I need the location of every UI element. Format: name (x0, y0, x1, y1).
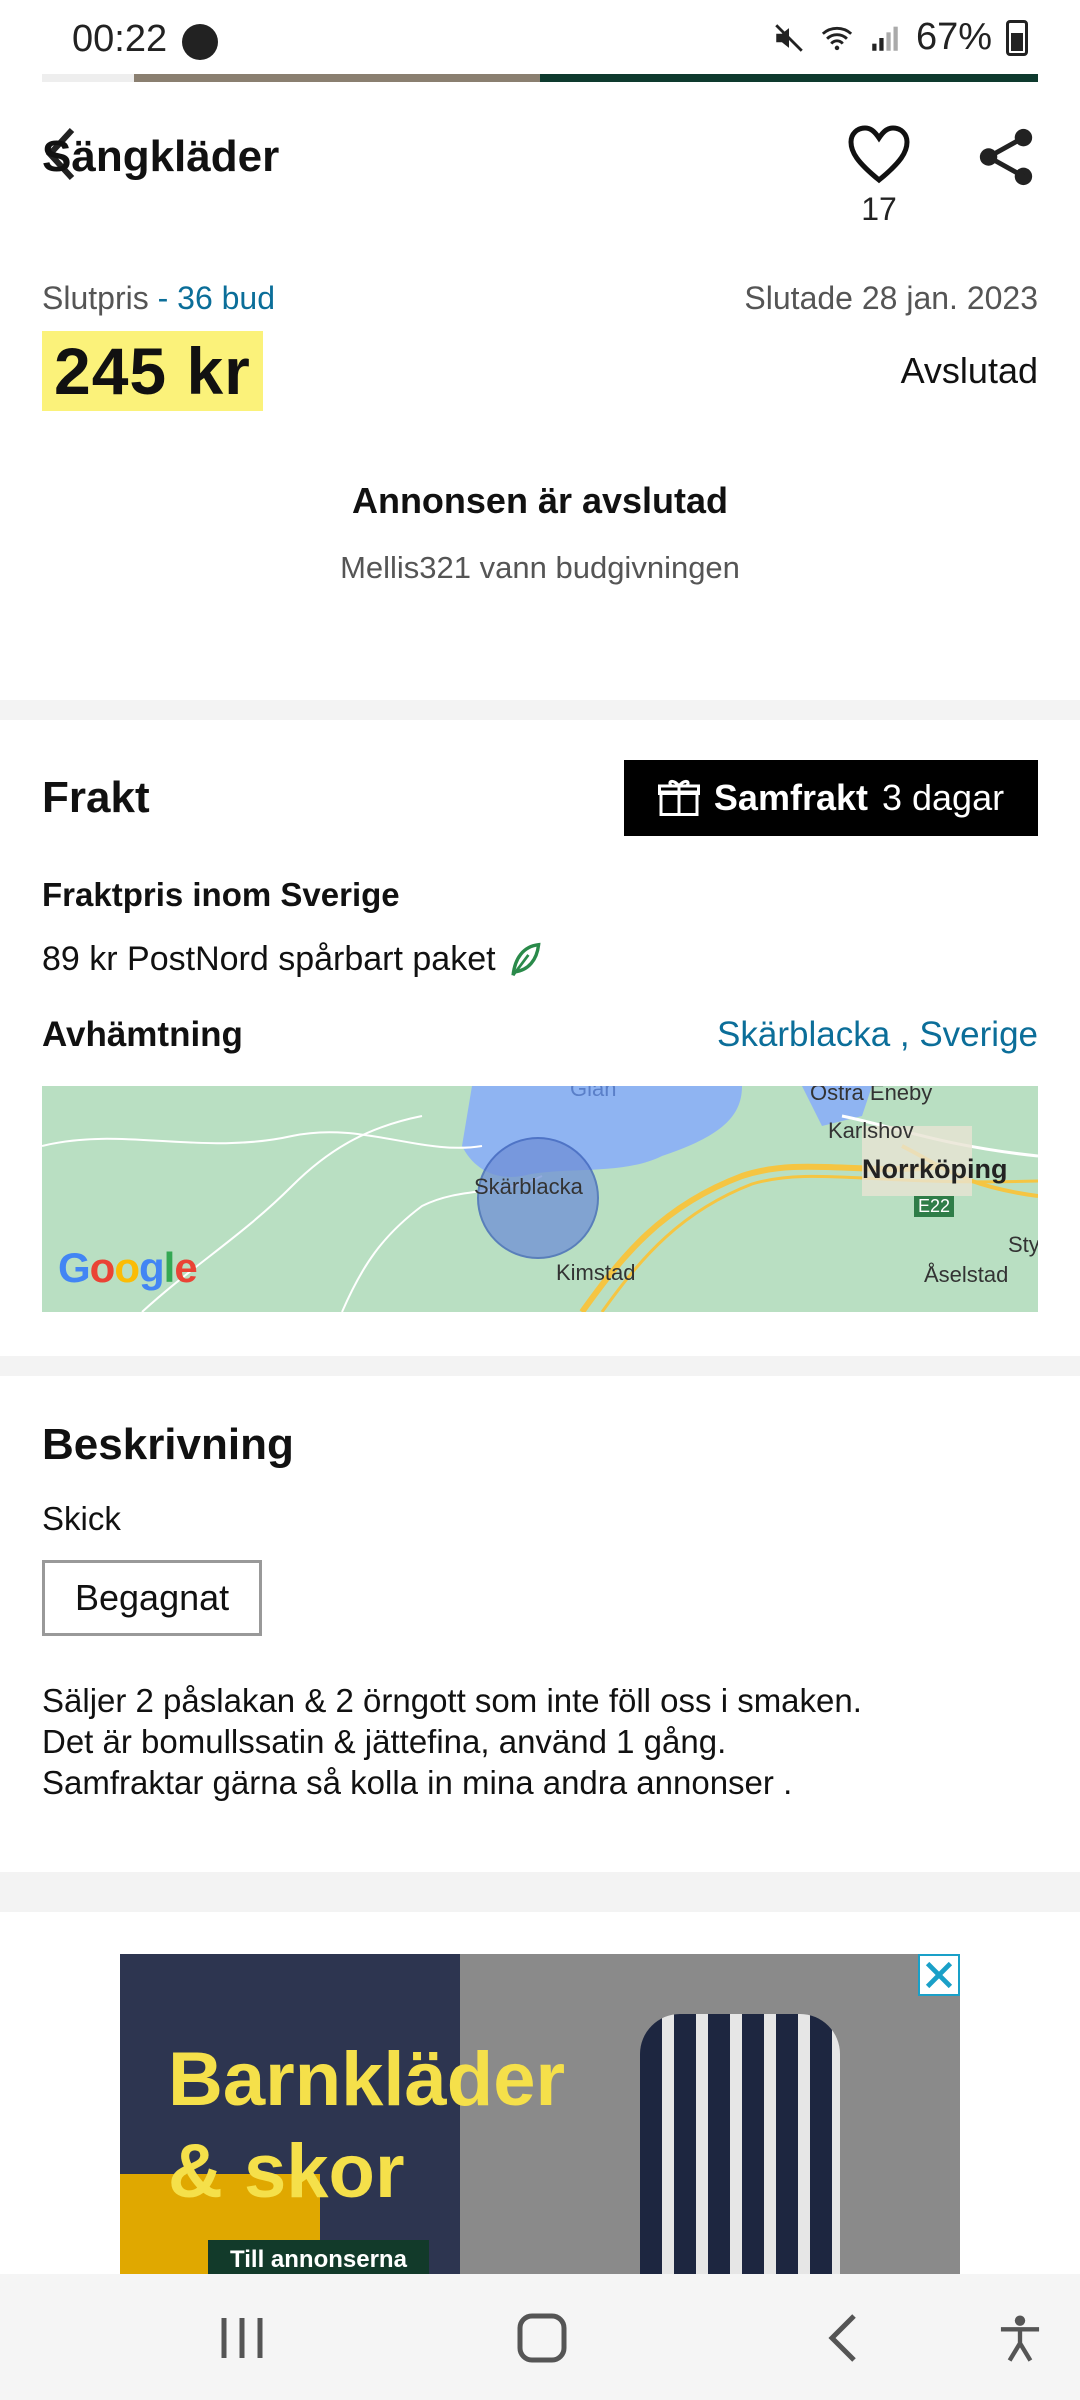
ad-headline: Barnkläder & skor (168, 2037, 566, 2214)
signal-icon (872, 26, 898, 51)
price-section: Slutpris - 36 bud Slutade 28 jan. 2023 2… (42, 280, 1038, 411)
section-divider (0, 700, 1080, 720)
listing-title: Sängkläder (42, 132, 280, 181)
map-label-kimstad: Kimstad (556, 1260, 636, 1285)
listing-status: Avslutad (900, 350, 1038, 391)
recent-apps-icon[interactable] (212, 2312, 272, 2364)
map-label-skarblacka: Skärblacka (474, 1174, 583, 1199)
final-price-label: Slutpris - 36 bud (42, 280, 276, 316)
status-time: 00:22 (72, 18, 168, 60)
bids-link[interactable]: - 36 bud (158, 280, 275, 316)
location-map[interactable]: Skärblacka Kimstad Norrköping Karlshov Ö… (42, 1086, 1038, 1312)
package-icon (657, 780, 700, 816)
section-divider (0, 1356, 1080, 1376)
shipping-title: Frakt (42, 773, 150, 822)
battery-percent: 67% (915, 16, 992, 58)
pickup-location-link[interactable]: Skärblacka , Sverige (717, 1015, 1038, 1055)
description-section: Beskrivning Skick Begagnat Säljer 2 påsl… (42, 1420, 1038, 1803)
home-icon[interactable] (512, 2312, 572, 2364)
ended-title: Annonsen är avslutad (351, 480, 729, 521)
status-bar: 00:22 67% (0, 0, 1080, 80)
leaf-icon (510, 942, 541, 976)
ad-cta-button[interactable]: Till annonserna (208, 2240, 429, 2274)
pickup-label: Avhämtning (42, 1015, 243, 1054)
shipping-section: Frakt Samfrakt 3 dagar Fraktpris inom Sv… (42, 760, 1038, 1055)
listing-header: Sängkläder 17 (0, 100, 1080, 240)
image-progress-bar (42, 74, 1038, 82)
call-icon (182, 24, 218, 60)
share-icon[interactable] (976, 126, 1036, 188)
favorite-button[interactable]: 17 (842, 124, 916, 228)
close-icon[interactable] (918, 1954, 960, 1996)
ended-date: Slutade 28 jan. 2023 (744, 280, 1038, 316)
wifi-icon (821, 26, 853, 50)
map-label-norrkoping: Norrköping (862, 1154, 1008, 1184)
samfrakt-days: 3 dagar (881, 777, 1005, 818)
condition-badge: Begagnat (42, 1560, 263, 1636)
heart-icon[interactable] (847, 124, 911, 184)
final-price: 245 kr (42, 331, 263, 411)
map-label-e22: E22 (914, 1196, 955, 1217)
winner-text: Mellis321 vann budgivningen (340, 550, 740, 585)
google-logo: Google (58, 1244, 198, 1291)
samfrakt-label: Samfrakt (713, 777, 868, 818)
description-text: Säljer 2 påslakan & 2 örngott som inte f… (42, 1682, 862, 1801)
condition-label: Skick (42, 1500, 121, 1537)
description-title: Beskrivning (42, 1420, 294, 1469)
map-label-karlshov: Karlshov (828, 1118, 914, 1143)
shipping-price-label: Fraktpris inom Sverige (42, 876, 400, 913)
samfrakt-button[interactable]: Samfrakt 3 dagar (624, 760, 1038, 836)
section-divider (0, 1872, 1080, 1912)
map-label-sty: Sty (1008, 1232, 1038, 1257)
advertisement-banner[interactable]: Barnkläder & skor Till annonserna (120, 1954, 960, 2274)
shipping-option: 89 kr PostNord spårbart paket (42, 940, 1038, 979)
favorites-count: 17 (861, 191, 897, 227)
map-label-glan: Glan (570, 1086, 617, 1101)
mute-icon (775, 23, 803, 52)
map-label-aselstad: Åselstad (924, 1262, 1009, 1287)
system-nav-bar (0, 2274, 1080, 2400)
map-label-ostra-eneby: Östra Eneby (810, 1086, 933, 1105)
boot-image (640, 2014, 840, 2274)
battery-icon (1006, 19, 1028, 56)
accessibility-icon[interactable] (990, 2312, 1050, 2364)
status-icons: 67% (772, 16, 1028, 59)
back-icon[interactable] (816, 2312, 876, 2364)
ended-notice: Annonsen är avslutad Mellis321 vann budg… (0, 480, 1080, 586)
